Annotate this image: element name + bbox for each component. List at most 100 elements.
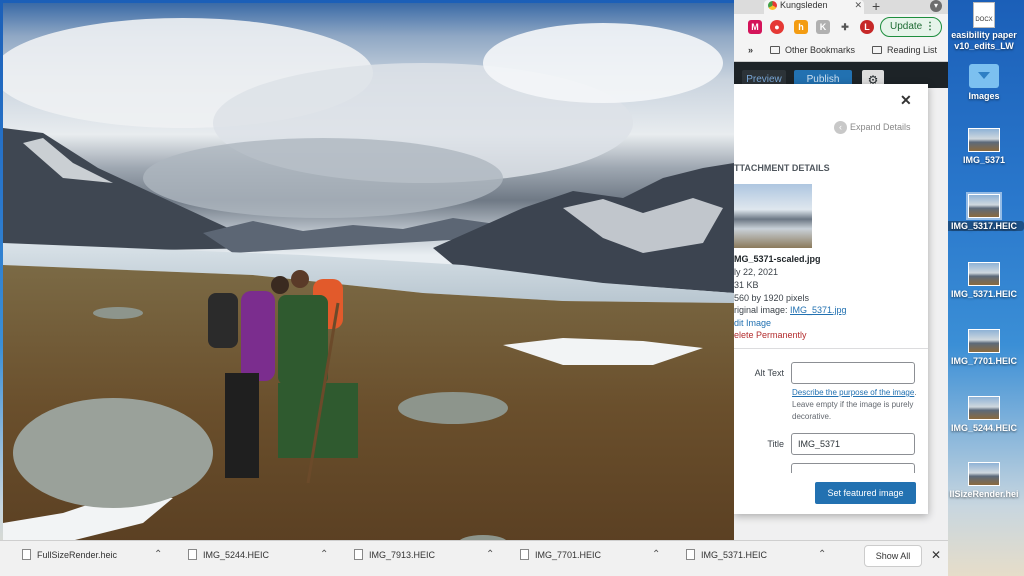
desktop-item-label: llSizeRender.hei <box>949 489 1019 499</box>
close-icon[interactable]: ✕ <box>931 548 941 562</box>
tab-strip: Kungsleden ✕ + ▾ <box>734 0 948 14</box>
desktop-item-img-7701-heic[interactable]: IMG_7701.HEIC <box>944 329 1024 366</box>
describe-purpose-link[interactable]: Describe the purpose of the image <box>792 388 914 397</box>
extension-honey-icon[interactable]: h <box>794 20 808 34</box>
attachment-filename: MG_5371-scaled.jpg <box>734 254 821 264</box>
attachment-filesize: 31 KB <box>734 280 759 290</box>
update-label: Update <box>890 21 923 32</box>
desktop-icons: DOCX easibility paper v10_edits_LW Image… <box>944 0 1024 576</box>
desktop-item-label: IMG_7701.HEIC <box>950 356 1018 366</box>
attachment-thumbnail <box>734 184 812 248</box>
downloads-bar: FullSizeRender.heic ⌃ IMG_5244.HEIC ⌃ IM… <box>0 540 948 576</box>
desktop-item-label: easibility paper <box>951 30 1017 40</box>
reading-list[interactable]: Reading List <box>872 45 937 55</box>
download-filename: IMG_5371.HEIC <box>701 550 768 560</box>
desktop-item-img-5371-heic[interactable]: IMG_5371.HEIC <box>944 262 1024 299</box>
download-item[interactable]: FullSizeRender.heic <box>22 549 117 569</box>
download-item[interactable]: IMG_5244.HEIC <box>188 549 269 569</box>
extension-mail-icon[interactable]: M <box>748 20 762 34</box>
tab-title: Kungsleden <box>780 0 828 10</box>
extension-record-icon[interactable]: ● <box>770 20 784 34</box>
file-icon <box>354 549 363 560</box>
alt-text-description: Describe the purpose of the image. Leave… <box>792 387 918 423</box>
chevron-up-icon[interactable]: ⌃ <box>818 549 826 560</box>
image-thumbnail-icon <box>968 462 1000 486</box>
folder-icon <box>969 64 999 88</box>
attachment-original: riginal image: IMG_5371.jpg <box>734 305 847 315</box>
update-button[interactable]: Update ⋮ <box>880 17 942 37</box>
file-icon <box>188 549 197 560</box>
download-filename: IMG_7913.HEIC <box>369 550 436 560</box>
image-thumbnail-icon <box>968 329 1000 353</box>
desktop-item-label: IMG_5371.HEIC <box>950 289 1018 299</box>
desktop-item-feasibility-paper[interactable]: DOCX easibility paper v10_edits_LW <box>944 2 1024 51</box>
extensions-puzzle-icon[interactable]: ✚ <box>838 20 852 34</box>
attachment-dimensions: 560 by 1920 pixels <box>734 293 810 303</box>
more-menu-icon[interactable]: ⋮ <box>925 18 935 36</box>
download-item[interactable]: IMG_7913.HEIC <box>354 549 435 569</box>
download-item[interactable]: IMG_5371.HEIC <box>686 549 767 569</box>
image-thumbnail-icon <box>968 396 1000 420</box>
other-bookmarks[interactable]: Other Bookmarks <box>770 45 855 55</box>
chevron-up-icon[interactable]: ⌃ <box>154 549 162 560</box>
chevron-left-icon: ‹ <box>834 121 847 134</box>
desktop-item-img-5317-heic[interactable]: IMG_5317.HEIC <box>944 192 1024 231</box>
reading-list-icon <box>872 46 882 54</box>
bookmarks-bar: » Other Bookmarks Reading List <box>734 40 948 62</box>
landscape-photo <box>3 18 734 551</box>
expand-details-label: Expand Details <box>850 122 911 132</box>
edit-image-link[interactable]: dit Image <box>734 318 771 328</box>
title-label: Title <box>767 439 784 449</box>
extension-k-icon[interactable]: K <box>816 20 830 34</box>
desktop-item-label: Images <box>968 91 1000 101</box>
attachment-details-heading: TTACHMENT DETAILS <box>734 163 830 173</box>
download-filename: IMG_5244.HEIC <box>203 550 270 560</box>
close-icon[interactable]: ✕ <box>854 0 862 11</box>
other-bookmarks-label: Other Bookmarks <box>785 45 856 55</box>
caption-input[interactable] <box>791 463 915 473</box>
desktop-item-label: IMG_5244.HEIC <box>950 423 1018 433</box>
chevron-up-icon[interactable]: ⌃ <box>486 549 494 560</box>
download-item[interactable]: IMG_7701.HEIC <box>520 549 601 569</box>
download-filename: FullSizeRender.heic <box>37 550 118 560</box>
document-icon: DOCX <box>973 2 995 28</box>
tab-kungsleden[interactable]: Kungsleden ✕ <box>764 0 864 14</box>
browser-toolbar: M ● h K ✚ L Update ⋮ <box>734 14 948 40</box>
desktop-item-label: v10_edits_LW <box>954 41 1014 51</box>
original-image-prefix: riginal image: <box>734 305 791 315</box>
file-icon <box>520 549 529 560</box>
attachment-date: ly 22, 2021 <box>734 267 779 277</box>
title-input[interactable] <box>791 433 915 455</box>
bookmarks-overflow-icon[interactable]: » <box>748 45 753 55</box>
tab-search-icon[interactable]: ▾ <box>930 0 942 12</box>
folder-icon <box>770 46 780 54</box>
alt-text-input[interactable] <box>791 362 915 384</box>
profile-avatar[interactable]: L <box>860 20 874 34</box>
desktop-item-label: IMG_5317.HEIC <box>944 221 1024 231</box>
delete-permanently-link[interactable]: elete Permanently <box>734 330 807 340</box>
desktop-item-fullsizerender[interactable]: llSizeRender.hei <box>944 462 1024 499</box>
reading-list-label: Reading List <box>887 45 938 55</box>
file-icon <box>22 549 31 560</box>
favicon-icon <box>768 1 777 10</box>
original-image-link[interactable]: IMG_5371.jpg <box>790 305 847 315</box>
image-thumbnail-icon <box>968 128 1000 152</box>
desktop-item-label: IMG_5371 <box>962 155 1006 165</box>
alt-text-label: Alt Text <box>754 368 784 378</box>
image-thumbnail-icon <box>968 262 1000 286</box>
chevron-up-icon[interactable]: ⌃ <box>652 549 660 560</box>
close-icon[interactable]: ✕ <box>900 92 912 109</box>
new-tab-icon[interactable]: + <box>872 0 880 14</box>
image-thumbnail-icon <box>966 192 1002 220</box>
attachment-details-modal: ✕ ‹ Expand Details TTACHMENT DETAILS MG_5… <box>734 84 928 514</box>
show-all-button[interactable]: Show All <box>864 545 922 567</box>
file-icon <box>686 549 695 560</box>
expand-details-button[interactable]: ‹ Expand Details <box>834 121 911 134</box>
chevron-up-icon[interactable]: ⌃ <box>320 549 328 560</box>
desktop-item-images-folder[interactable]: Images <box>944 64 1024 101</box>
desktop-item-img-5244-heic[interactable]: IMG_5244.HEIC <box>944 396 1024 433</box>
divider <box>734 348 928 349</box>
desktop-item-img-5371[interactable]: IMG_5371 <box>944 128 1024 165</box>
photo-preview-window <box>3 3 734 551</box>
set-featured-image-button[interactable]: Set featured image <box>815 482 916 504</box>
